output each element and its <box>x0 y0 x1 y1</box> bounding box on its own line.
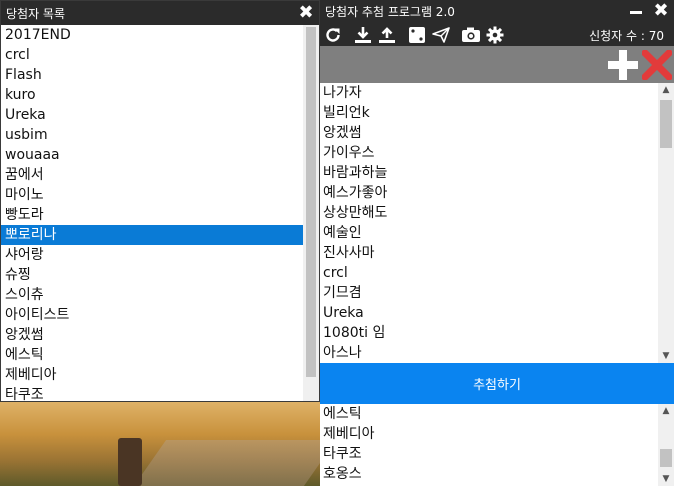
list-item[interactable]: crcl <box>320 263 658 283</box>
lottery-window: 당첨자 추첨 프로그램 2.0 ✖ 신청자 수: 70 나가자 빌리언k 앙겠… <box>320 0 674 486</box>
list-item[interactable]: 슈찡 <box>1 265 304 285</box>
scrollbar-thumb[interactable] <box>306 27 316 377</box>
list-item[interactable]: 아스나 <box>320 343 658 363</box>
toolbar: 신청자 수 : 70 <box>320 23 674 46</box>
list-item[interactable]: 진사사마 <box>320 243 658 263</box>
list-item[interactable]: 꿈에서 <box>1 165 304 185</box>
download-icon[interactable] <box>353 25 373 45</box>
scroll-down-icon[interactable]: ▼ <box>658 472 674 486</box>
winner-list-window: 당첨자 목록 ✖ 2017END crcl Flash kuro Ureka usbim w… <box>0 0 320 402</box>
winner-listbox[interactable]: 2017END crcl Flash kuro Ureka usbim wouaaa 꿈에서 마… <box>1 25 304 401</box>
scroll-down-icon[interactable]: ▼ <box>658 349 674 363</box>
list-item[interactable]: 상상만해도 <box>320 203 658 223</box>
lottery-titlebar: 당첨자 추첨 프로그램 2.0 ✖ <box>320 0 674 23</box>
add-icon[interactable] <box>608 50 638 80</box>
list-item[interactable]: Flash <box>1 65 304 85</box>
list-item[interactable]: 타쿠조 <box>1 385 304 401</box>
list-item[interactable]: 샤어랑 <box>1 245 304 265</box>
candidate-listbox[interactable]: 나가자 빌리언k 앙겠썸 가이우스 바람과하늘 예스가좋아 상상만해도 예술인 진사사마 crcl… <box>320 83 658 363</box>
list-item[interactable]: 2017END <box>1 25 304 45</box>
list-item[interactable]: 앙겠썸 <box>320 123 658 143</box>
list-item[interactable]: 에스틱 <box>1 345 304 365</box>
candidate-scrollbar[interactable]: ▲ ▼ <box>658 83 674 363</box>
list-item[interactable]: 스이츄 <box>1 285 304 305</box>
list-item[interactable]: 호옹스 <box>320 464 658 484</box>
list-item[interactable]: 뽀로리나 <box>1 225 304 245</box>
list-item[interactable]: 빵도라 <box>1 205 304 225</box>
list-item[interactable]: 1080ti 임 <box>320 323 658 343</box>
list-item[interactable]: 마이노 <box>1 185 304 205</box>
list-item[interactable]: 제베디아 <box>320 424 658 444</box>
list-item[interactable]: 타쿠조 <box>320 444 658 464</box>
close-icon[interactable]: ✖ <box>297 4 315 22</box>
applicant-count: 신청자 수 : 70 <box>589 29 664 43</box>
list-item[interactable]: 제베디아 <box>1 365 304 385</box>
upload-icon[interactable] <box>377 25 397 45</box>
delete-icon[interactable] <box>641 49 673 81</box>
background-path <box>133 440 337 486</box>
scrollbar-thumb[interactable] <box>660 449 672 467</box>
winner-list-titlebar: 당첨자 목록 ✖ <box>1 1 319 25</box>
gear-icon[interactable] <box>485 25 505 45</box>
draw-button[interactable]: 추첨하기 <box>320 363 674 404</box>
list-item[interactable]: 예술인 <box>320 223 658 243</box>
minimize-icon[interactable] <box>630 11 642 14</box>
list-item[interactable]: 나가자 <box>320 83 658 103</box>
result-listbox[interactable]: 에스틱 제베디아 타쿠조 호옹스 <box>320 404 658 486</box>
list-item[interactable]: 빌리언k <box>320 103 658 123</box>
list-item[interactable]: 앙겠썸 <box>1 325 304 345</box>
refresh-icon[interactable] <box>323 25 343 45</box>
close-icon[interactable]: ✖ <box>652 2 670 20</box>
dice-icon[interactable] <box>407 25 427 45</box>
scroll-up-icon[interactable]: ▲ <box>658 83 674 97</box>
camera-icon[interactable] <box>461 25 481 45</box>
scroll-up-icon[interactable]: ▲ <box>658 404 674 418</box>
list-item[interactable]: 예스가좋아 <box>320 183 658 203</box>
list-item[interactable]: Ureka <box>1 105 304 125</box>
paper-plane-icon[interactable] <box>431 25 451 45</box>
list-item[interactable]: Ureka <box>320 303 658 323</box>
scrollbar-thumb[interactable] <box>660 100 672 148</box>
list-item[interactable]: crcl <box>1 45 304 65</box>
list-item[interactable]: 가이우스 <box>320 143 658 163</box>
lottery-title: 당첨자 추첨 프로그램 2.0 <box>325 5 455 19</box>
list-item[interactable]: 기므겸 <box>320 283 658 303</box>
list-item[interactable]: 아이티스트 <box>1 305 304 325</box>
list-item[interactable]: usbim <box>1 125 304 145</box>
result-scrollbar[interactable]: ▲ ▼ <box>658 404 674 486</box>
action-bar <box>320 46 674 83</box>
list-item[interactable]: wouaaa <box>1 145 304 165</box>
list-item[interactable]: 바람과하늘 <box>320 163 658 183</box>
winner-list-scrollbar[interactable] <box>303 25 319 401</box>
winner-list-title: 당첨자 목록 <box>6 6 66 21</box>
background-post <box>118 438 142 486</box>
list-item[interactable]: 에스틱 <box>320 404 658 424</box>
list-item[interactable]: kuro <box>1 85 304 105</box>
